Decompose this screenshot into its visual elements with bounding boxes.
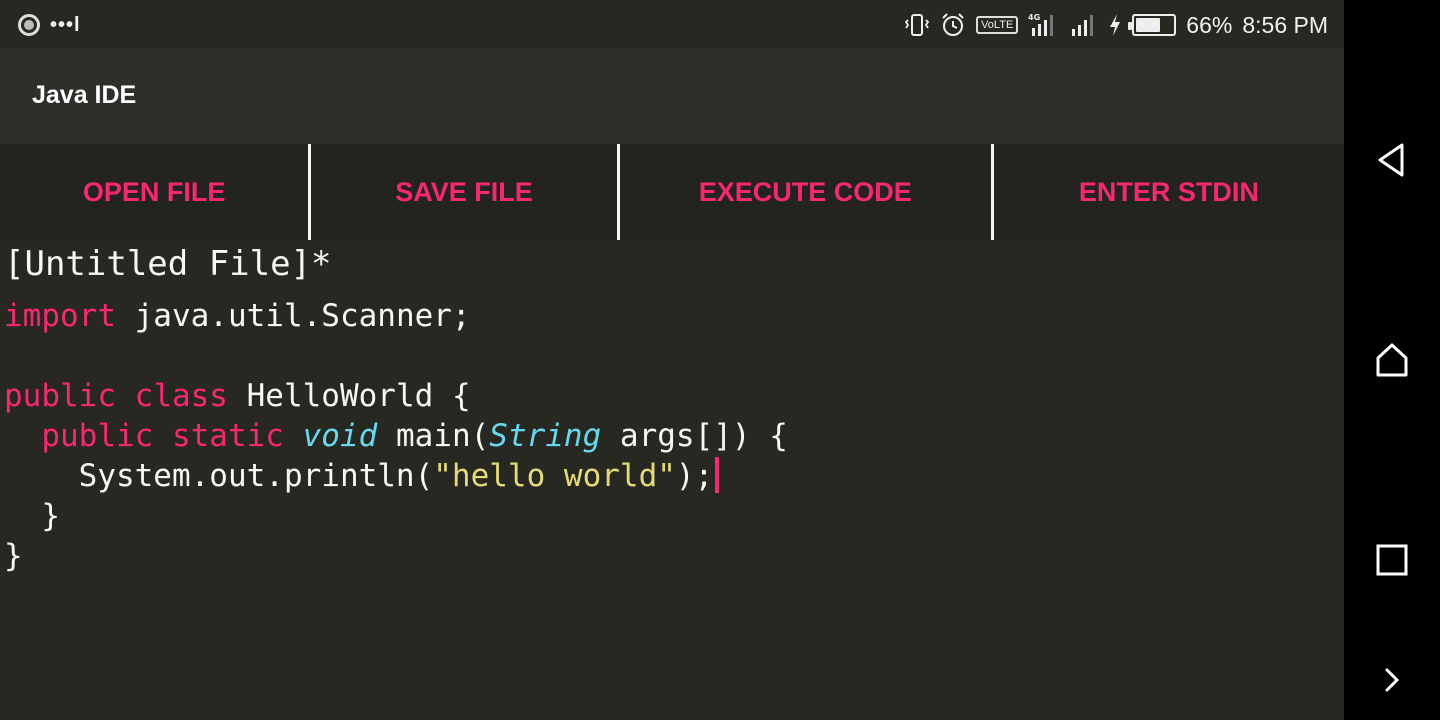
code-line[interactable]: }	[4, 536, 788, 576]
code-token: }	[4, 538, 23, 574]
code-token: public	[4, 378, 116, 414]
home-button[interactable]	[1344, 340, 1440, 380]
code-token: HelloWorld {	[227, 378, 471, 414]
action-toolbar: OPEN FILE SAVE FILE EXECUTE CODE ENTER S…	[0, 144, 1344, 240]
notification-dots: •••l	[50, 14, 81, 36]
code-line[interactable]: public static void main(String args[]) {	[4, 416, 788, 456]
code-token: import	[4, 298, 116, 334]
home-icon	[1376, 343, 1408, 377]
file-name: [Untitled File]*	[4, 244, 332, 284]
app-screen: •••l VoLTE 4G 66% 8:56 PM Java IDE OPEN …	[0, 0, 1344, 720]
status-right: VoLTE 4G 66% 8:56 PM	[904, 10, 1328, 40]
code-token: );	[675, 458, 714, 494]
recents-icon	[1376, 544, 1408, 576]
code-token: class	[134, 378, 228, 414]
expand-icon	[1385, 668, 1400, 692]
clock: 8:56 PM	[1242, 11, 1328, 38]
battery-icon	[1128, 14, 1177, 36]
navigation-bar	[1344, 0, 1440, 720]
code-line[interactable]: }	[4, 496, 788, 536]
alarm-icon	[940, 12, 966, 38]
code-area[interactable]: import java.util.Scanner; public class He…	[4, 296, 788, 576]
code-token: public	[41, 418, 154, 454]
battery-fill	[1136, 18, 1161, 32]
code-token: args[]) {	[601, 418, 788, 454]
battery-percentage: 66%	[1186, 11, 1233, 38]
open-file-button[interactable]: OPEN FILE	[0, 144, 308, 240]
vibrate-icon	[904, 12, 930, 38]
code-token: }	[4, 498, 60, 534]
app-title: Java IDE	[32, 81, 137, 109]
svg-text:4G: 4G	[1028, 13, 1040, 22]
save-file-button[interactable]: SAVE FILE	[311, 144, 616, 240]
code-token: main(	[377, 418, 490, 454]
recents-button[interactable]	[1344, 542, 1440, 578]
code-line[interactable]: import java.util.Scanner;	[4, 296, 788, 336]
code-line[interactable]: public class HelloWorld {	[4, 376, 788, 416]
app-bar: Java IDE	[0, 48, 1344, 144]
text-cursor	[715, 457, 720, 493]
code-line[interactable]	[4, 336, 788, 376]
expand-button[interactable]	[1344, 664, 1440, 696]
execute-code-button[interactable]: EXECUTE CODE	[620, 144, 991, 240]
volte-icon: VoLTE	[976, 16, 1019, 34]
status-bar: •••l VoLTE 4G 66% 8:56 PM	[0, 0, 1344, 48]
back-button[interactable]	[1344, 140, 1440, 180]
charging-icon	[1108, 13, 1122, 37]
code-line[interactable]: System.out.println("hello world");	[4, 456, 788, 496]
enter-stdin-button[interactable]: ENTER STDIN	[994, 144, 1344, 240]
back-icon	[1378, 143, 1404, 177]
code-editor[interactable]: [Untitled File]* import java.util.Scanne…	[0, 240, 1344, 720]
screen-record-icon	[18, 14, 40, 36]
status-left: •••l	[18, 14, 81, 36]
code-token: void	[302, 418, 378, 454]
signal-4g-icon: 4G	[1028, 12, 1060, 38]
signal-icon	[1070, 12, 1098, 38]
code-token: String	[489, 418, 602, 454]
code-token: System.out.println(	[4, 458, 434, 494]
code-token: java.util.Scanner;	[115, 298, 471, 334]
code-token: static	[171, 418, 284, 454]
code-token: "hello world"	[433, 458, 676, 494]
